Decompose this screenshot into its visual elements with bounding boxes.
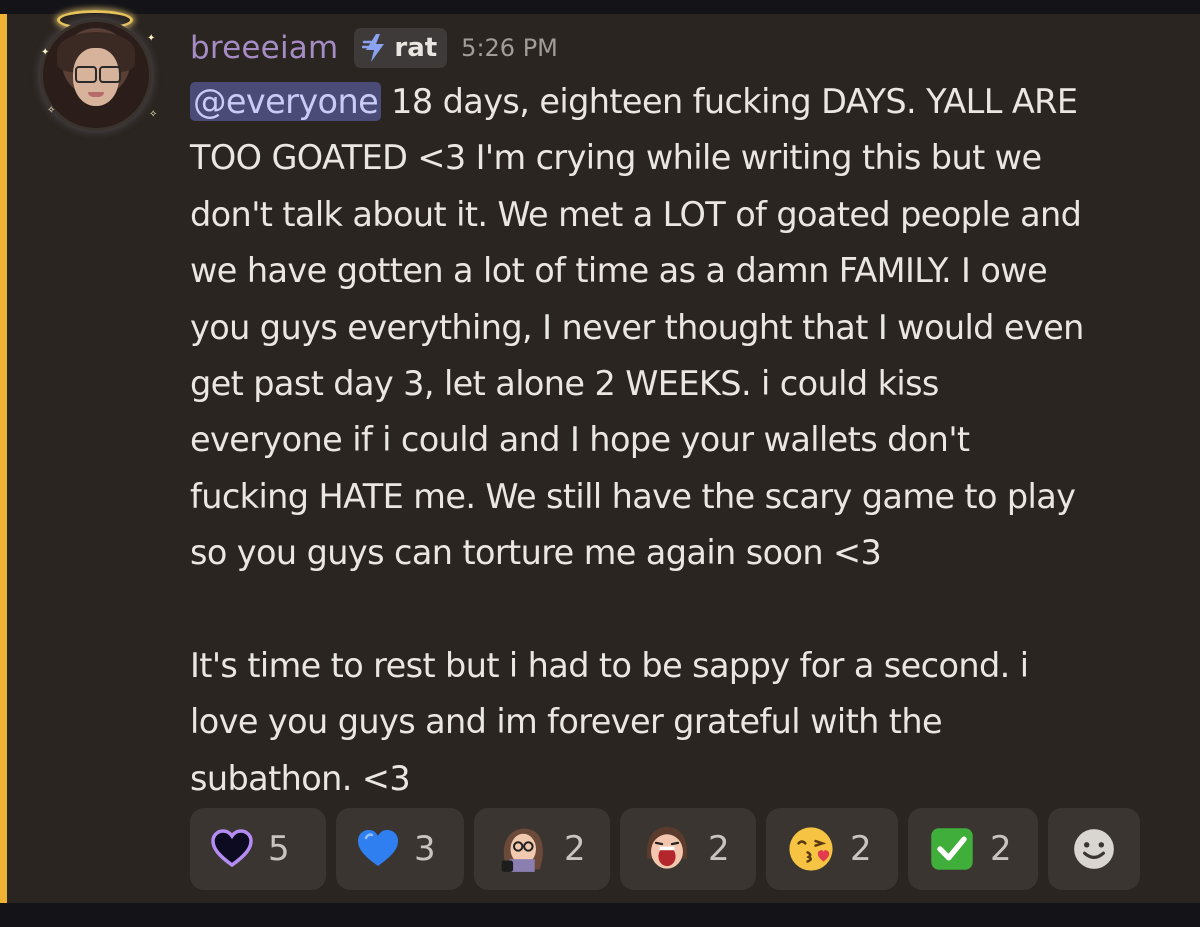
sparkle-icon: ✧ (47, 105, 56, 116)
reaction-count: 2 (990, 829, 1012, 869)
custom-girl-emote-icon (501, 828, 543, 872)
message-line: get past day 3, let alone 2 WEEKS. i cou… (190, 364, 939, 404)
message-line: subathon. <3 (190, 758, 411, 798)
chat-message[interactable]: ✦ ✦ ✧ ✧ breeeiam rat 5:26 PM @everyone 1… (7, 10, 1200, 903)
reaction-blue-heart[interactable]: 3 (336, 808, 464, 890)
message-timestamp[interactable]: 5:26 PM (461, 34, 558, 62)
purple-heart-outline-icon (211, 829, 253, 868)
message-line: we have gotten a lot of time as a damn F… (190, 251, 1048, 291)
message-line: love you guys and im forever grateful wi… (190, 702, 943, 742)
message-line: It's time to rest but i had to be sappy … (190, 646, 1029, 686)
kissing-face-emoji-icon (789, 827, 833, 871)
message-header: breeeiam rat 5:26 PM (190, 26, 558, 70)
avatar-container[interactable]: ✦ ✦ ✧ ✧ (37, 10, 177, 134)
smiley-add-reaction-icon (1074, 829, 1114, 869)
message-content: @everyone 18 days, eighteen fucking DAYS… (190, 74, 1180, 807)
message-line: so you guys can torture me again soon <3 (190, 533, 882, 573)
sparkle-icon: ✧ (149, 109, 158, 120)
message-line: don't talk about it. We met a LOT of goa… (190, 194, 1082, 234)
bottom-edge-bar (0, 903, 1200, 927)
mention-highlight-bar (0, 14, 7, 903)
message-line-text: 18 days, eighteen fucking DAYS. YALL ARE (381, 82, 1078, 121)
username[interactable]: breeeiam (190, 30, 338, 66)
top-edge-bar (0, 0, 1200, 14)
reaction-kissing-face[interactable]: 2 (766, 808, 898, 890)
reaction-count: 2 (564, 829, 586, 869)
role-tag-label: rat (394, 33, 438, 63)
message-line: @everyone 18 days, eighteen fucking DAYS… (190, 74, 1180, 130)
role-tag[interactable]: rat (354, 28, 448, 68)
lightning-icon (362, 34, 385, 62)
message-line: you guys everything, I never thought tha… (190, 307, 1084, 347)
reaction-count: 3 (414, 829, 436, 869)
reaction-purple-heart[interactable]: 5 (190, 808, 326, 890)
reaction-custom-girl[interactable]: 2 (474, 808, 610, 890)
reaction-check-mark[interactable]: 2 (908, 808, 1038, 890)
reaction-count: 2 (850, 829, 872, 869)
reaction-count: 2 (708, 829, 730, 869)
message-line: everyone if i could and I hope your wall… (190, 420, 970, 460)
sparkle-icon: ✦ (147, 33, 156, 44)
message-line: fucking HATE me. We still have the scary… (190, 476, 1076, 516)
everyone-mention[interactable]: @everyone (190, 82, 382, 121)
sparkle-icon: ✦ (41, 47, 50, 58)
add-reaction-button[interactable] (1048, 808, 1140, 890)
custom-screaming-face-emote-icon (646, 826, 688, 869)
avatar[interactable] (43, 22, 149, 128)
reaction-custom-scream[interactable]: 2 (620, 808, 756, 890)
check-mark-button-icon (931, 828, 973, 870)
reaction-count: 5 (268, 829, 290, 869)
reactions-bar: 5 3 2 2 2 2 (190, 808, 1140, 890)
blue-heart-icon (358, 830, 398, 866)
message-line: TOO GOATED <3 I'm crying while writing t… (190, 138, 1042, 178)
